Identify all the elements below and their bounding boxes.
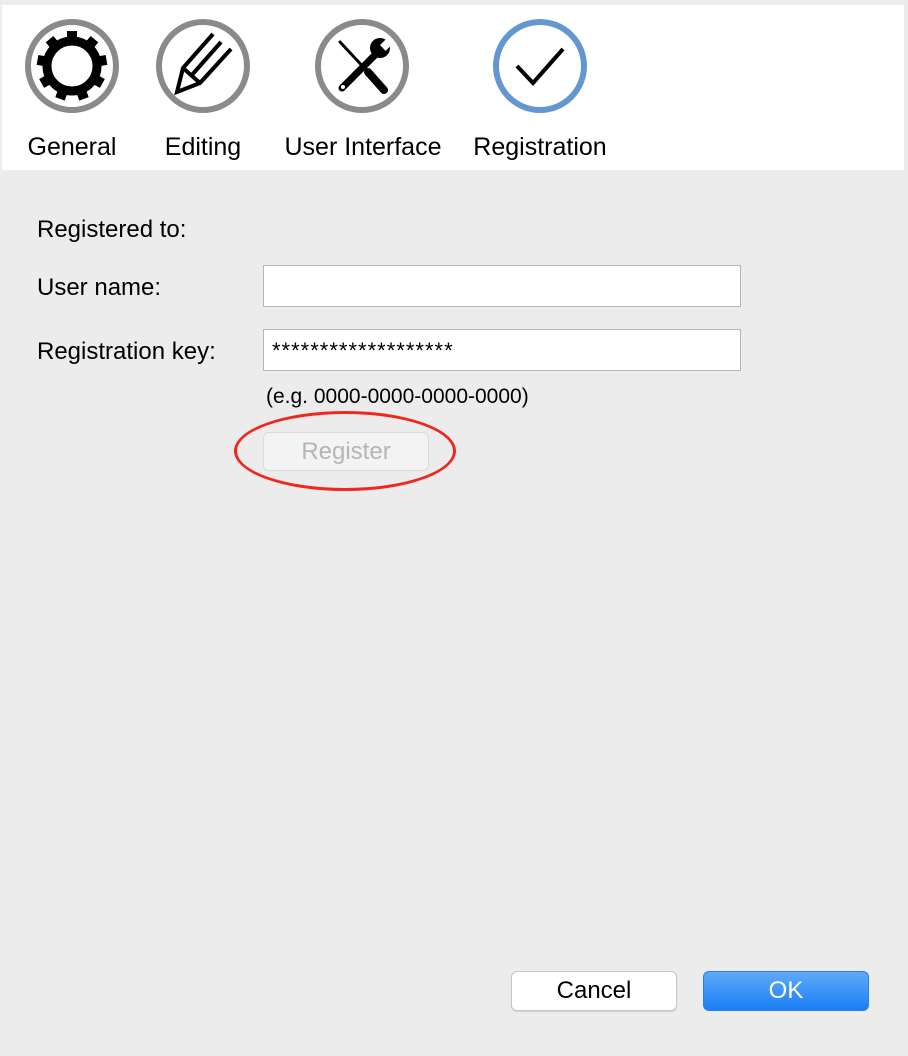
tab-label: General (27, 133, 117, 161)
register-button[interactable]: Register (263, 432, 429, 471)
tab-editing[interactable]: Editing (152, 5, 254, 170)
ok-button[interactable]: OK (703, 971, 869, 1011)
tab-label: Editing (164, 133, 242, 161)
user-name-label: User name: (37, 274, 162, 301)
tab-general[interactable]: General (10, 5, 134, 170)
checkmark-icon (493, 19, 587, 113)
user-name-input[interactable] (263, 265, 741, 307)
pencil-icon (156, 19, 250, 113)
tools-icon (315, 19, 409, 113)
registered-to-label: Registered to: (37, 216, 187, 243)
tab-user-interface[interactable]: User Interface (274, 5, 452, 170)
cancel-button[interactable]: Cancel (511, 971, 677, 1011)
tab-registration[interactable]: Registration (464, 5, 616, 170)
tab-label: User Interface (284, 133, 442, 161)
tab-label: Registration (473, 133, 607, 161)
registration-key-hint: (e.g. 0000-0000-0000-0000) (266, 385, 529, 408)
registration-key-label: Registration key: (37, 338, 216, 365)
registration-key-input[interactable]: ******************* (263, 329, 741, 371)
preferences-toolbar: General Editing User Interface Registrat… (2, 5, 904, 170)
gear-icon (25, 19, 119, 113)
